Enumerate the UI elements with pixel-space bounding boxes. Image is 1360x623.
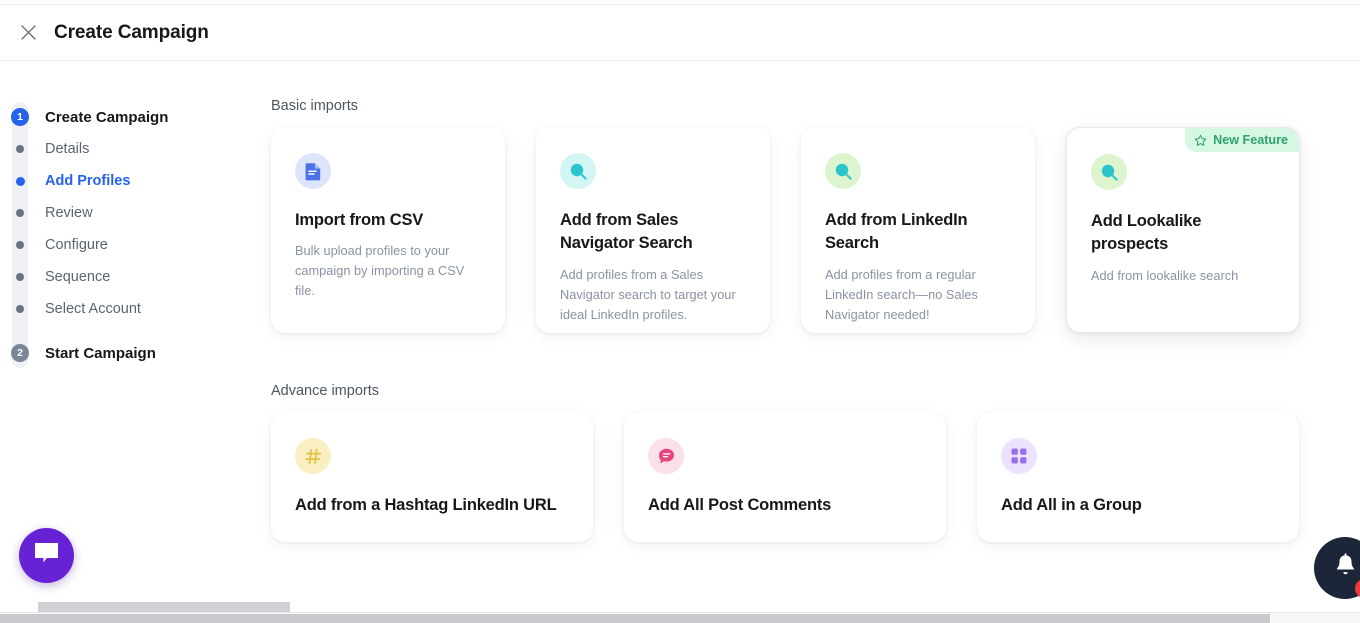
basic-imports-label: Basic imports xyxy=(271,98,1360,114)
import-card-hashtag-url[interactable]: Add from a Hashtag LinkedIn URL xyxy=(271,412,593,542)
card-title: Add Lookalike prospects xyxy=(1091,210,1277,257)
page-horizontal-scrollbar[interactable] xyxy=(0,612,1360,623)
search-icon xyxy=(1091,154,1127,190)
page-title: Create Campaign xyxy=(54,22,209,44)
sidebar-item-sequence[interactable]: Sequence xyxy=(0,261,260,293)
step-dot-active-icon xyxy=(11,172,29,190)
sidebar-item-label: Sequence xyxy=(45,269,110,285)
card-description: Bulk upload profiles to your campaign by… xyxy=(295,241,483,301)
card-title: Add from a Hashtag LinkedIn URL xyxy=(295,494,571,517)
new-feature-badge-label: New Feature xyxy=(1213,133,1288,147)
sidebar-item-add-profiles[interactable]: Add Profiles xyxy=(0,165,260,197)
import-card-linkedin-search[interactable]: Add from LinkedIn Search Add profiles fr… xyxy=(801,127,1035,333)
advance-imports-grid: Add from a Hashtag LinkedIn URL Add All … xyxy=(271,412,1360,542)
close-button[interactable] xyxy=(10,15,46,51)
sidebar-item-review[interactable]: Review xyxy=(0,197,260,229)
stepper-list: 1 Create Campaign Details Add Profiles R… xyxy=(0,101,260,369)
step-dot-icon xyxy=(11,268,29,286)
star-icon xyxy=(1194,134,1207,147)
import-card-group[interactable]: Add All in a Group xyxy=(977,412,1299,542)
card-title: Add All Post Comments xyxy=(648,494,924,517)
step-dot-icon xyxy=(11,300,29,318)
modal-header: Create Campaign xyxy=(0,5,1360,61)
card-description: Add profiles from a regular LinkedIn sea… xyxy=(825,265,1013,325)
create-campaign-modal: Create Campaign 1 Create Campaign Detail… xyxy=(0,0,1360,623)
sidebar-item-configure[interactable]: Configure xyxy=(0,229,260,261)
scrollbar-thumb[interactable] xyxy=(38,602,290,612)
search-icon xyxy=(560,153,596,189)
card-description: Add from lookalike search xyxy=(1091,266,1277,286)
sidebar-item-create-campaign[interactable]: 1 Create Campaign xyxy=(0,101,260,133)
import-card-post-comments[interactable]: Add All Post Comments xyxy=(624,412,946,542)
card-title: Add from LinkedIn Search xyxy=(825,209,1013,256)
sidebar-item-label: Details xyxy=(45,141,89,157)
import-card-sales-navigator-search[interactable]: Add from Sales Navigator Search Add prof… xyxy=(536,127,770,333)
card-title: Add All in a Group xyxy=(1001,494,1277,517)
hashtag-icon xyxy=(295,438,331,474)
content-horizontal-scrollbar[interactable] xyxy=(38,602,1283,612)
advance-imports-label: Advance imports xyxy=(271,383,1360,399)
card-description: Add profiles from a Sales Navigator sear… xyxy=(560,265,748,325)
chat-support-button[interactable] xyxy=(19,528,74,583)
search-icon xyxy=(825,153,861,189)
grid-icon xyxy=(1001,438,1037,474)
sidebar-item-label: Select Account xyxy=(45,301,141,317)
sidebar-item-label: Create Campaign xyxy=(45,109,168,126)
basic-imports-grid: Import from CSV Bulk upload profiles to … xyxy=(271,127,1360,333)
sidebar-item-label: Add Profiles xyxy=(45,173,130,189)
card-title: Add from Sales Navigator Search xyxy=(560,209,748,256)
close-icon xyxy=(20,24,37,41)
step-number-1-icon: 1 xyxy=(11,108,29,126)
card-title: Import from CSV xyxy=(295,209,483,232)
import-methods-panel[interactable]: Select an import method Basic imports xyxy=(260,62,1360,612)
chat-bubble-icon xyxy=(33,541,60,571)
scrollbar-thumb[interactable] xyxy=(0,614,1270,623)
new-feature-badge: New Feature xyxy=(1185,128,1299,152)
sidebar-item-label: Start Campaign xyxy=(45,345,156,362)
modal-body: 1 Create Campaign Details Add Profiles R… xyxy=(0,62,1360,612)
sidebar-item-details[interactable]: Details xyxy=(0,133,260,165)
step-dot-icon xyxy=(11,204,29,222)
step-number-2-icon: 2 xyxy=(11,344,29,362)
import-card-csv[interactable]: Import from CSV Bulk upload profiles to … xyxy=(271,127,505,333)
bell-icon xyxy=(1334,553,1357,583)
sidebar-item-start-campaign[interactable]: 2 Start Campaign xyxy=(0,337,260,369)
import-card-lookalike-prospects[interactable]: New Feature Add Lookalike prospects Add … xyxy=(1066,127,1300,333)
document-icon xyxy=(295,153,331,189)
step-dot-icon xyxy=(11,140,29,158)
step-dot-icon xyxy=(11,236,29,254)
sidebar-item-label: Configure xyxy=(45,237,108,253)
sidebar-item-label: Review xyxy=(45,205,93,221)
sidebar-item-select-account[interactable]: Select Account xyxy=(0,293,260,325)
comment-icon xyxy=(648,438,684,474)
